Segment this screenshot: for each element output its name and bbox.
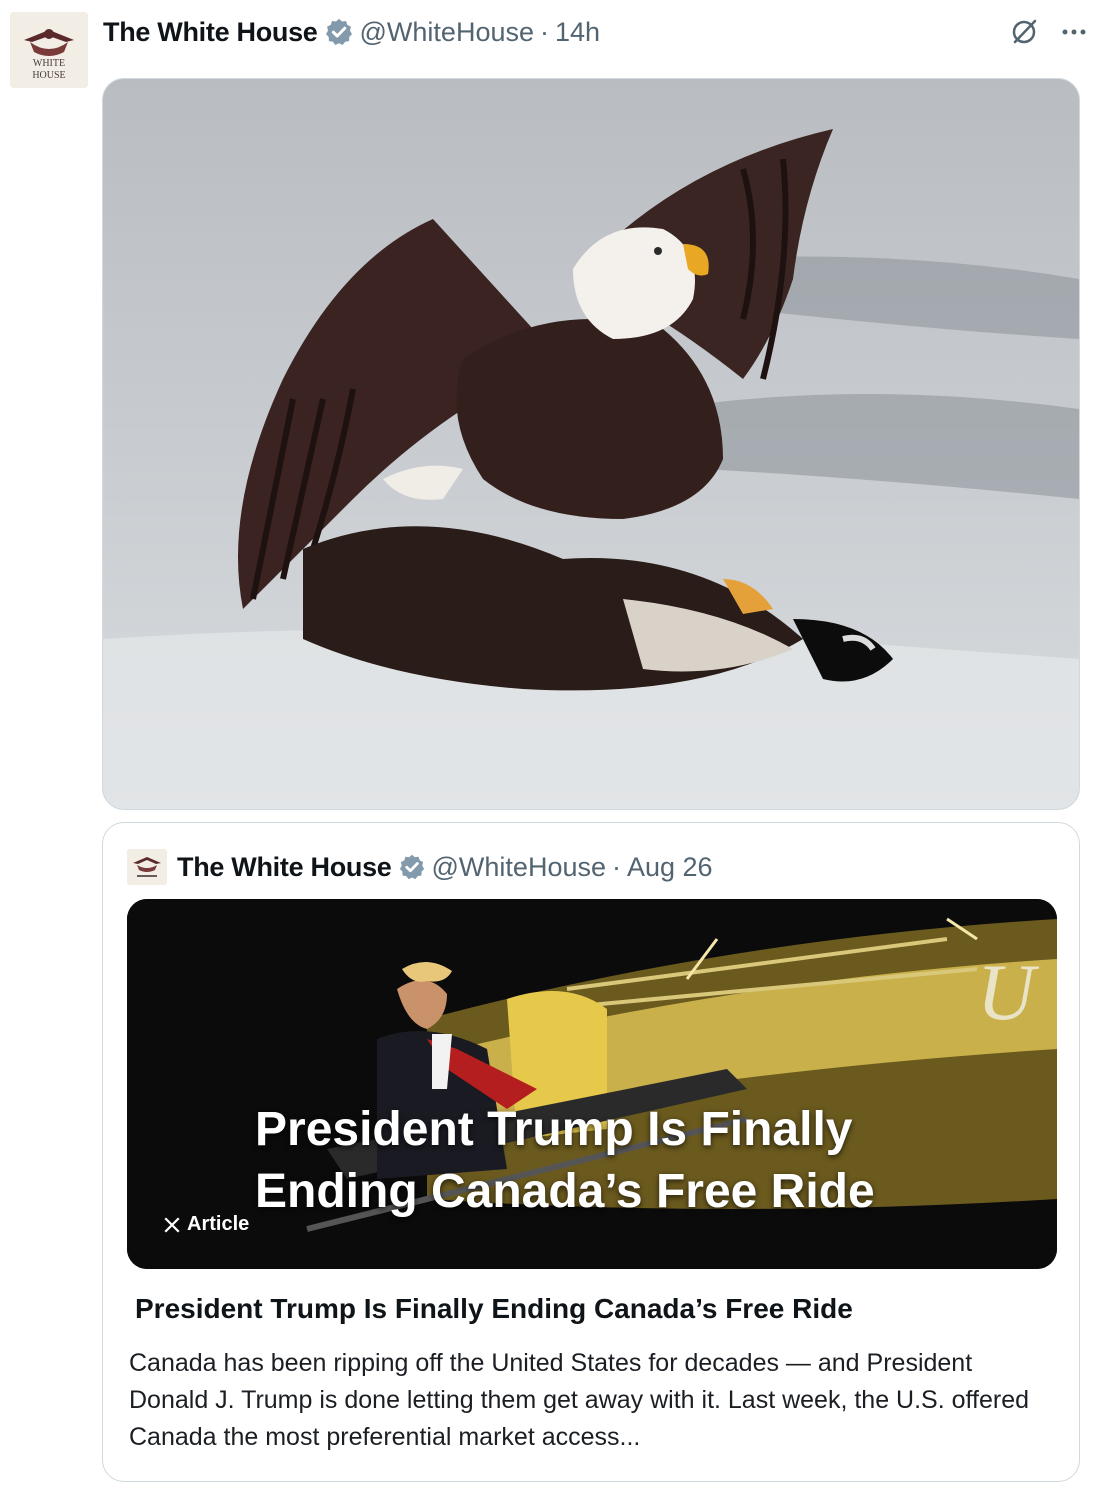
quoted-tweet-date[interactable]: Aug 26	[627, 852, 713, 883]
grok-icon[interactable]	[1007, 15, 1041, 49]
x-logo-icon	[164, 1216, 180, 1233]
quoted-author-name[interactable]: The White House	[177, 852, 392, 883]
article-image-headline-line2: Ending Canada’s Free Ride	[255, 1165, 875, 1218]
verified-badge-icon[interactable]	[398, 853, 426, 881]
tweet-header: The White House @WhiteHouse · 14h	[103, 12, 1091, 52]
article-badge: Article	[163, 1213, 249, 1236]
article-badge-label: Article	[187, 1213, 250, 1235]
quoted-tweet-header: The White House @WhiteHouse · Aug 26	[127, 847, 713, 887]
svg-text:U: U	[977, 949, 1040, 1037]
quoted-author-avatar[interactable]	[127, 849, 167, 885]
header-actions	[1007, 12, 1091, 52]
tweet-time[interactable]: 14h	[555, 17, 600, 48]
more-icon[interactable]	[1057, 15, 1091, 49]
svg-text:HOUSE: HOUSE	[32, 70, 65, 81]
separator-dot: ·	[540, 16, 549, 47]
tweet-media-image[interactable]	[102, 78, 1080, 810]
article-preview-image[interactable]: U President Trump Is Finally Ending Cana…	[127, 899, 1057, 1269]
quoted-author-handle[interactable]: @WhiteHouse	[432, 852, 606, 883]
svg-text:WHITE: WHITE	[33, 58, 65, 69]
article-image-headline-line1: President Trump Is Finally	[255, 1103, 853, 1156]
quoted-tweet[interactable]: The White House @WhiteHouse · Aug 26 U P…	[102, 822, 1080, 1482]
article-image-headline: President Trump Is Finally Ending Canada…	[255, 1099, 975, 1223]
white-house-logo-icon	[127, 849, 167, 885]
eagle-and-goose-photo	[103, 79, 1079, 809]
author-handle[interactable]: @WhiteHouse	[360, 17, 534, 48]
author-name[interactable]: The White House	[103, 17, 318, 48]
white-house-logo-icon: WHITE HOUSE	[10, 12, 88, 88]
separator-dot: ·	[612, 851, 621, 882]
article-snippet: Canada has been ripping off the United S…	[129, 1349, 1029, 1451]
article-title[interactable]: President Trump Is Finally Ending Canada…	[135, 1293, 853, 1325]
author-avatar[interactable]: WHITE HOUSE	[10, 12, 88, 88]
verified-badge-icon[interactable]	[324, 17, 354, 47]
